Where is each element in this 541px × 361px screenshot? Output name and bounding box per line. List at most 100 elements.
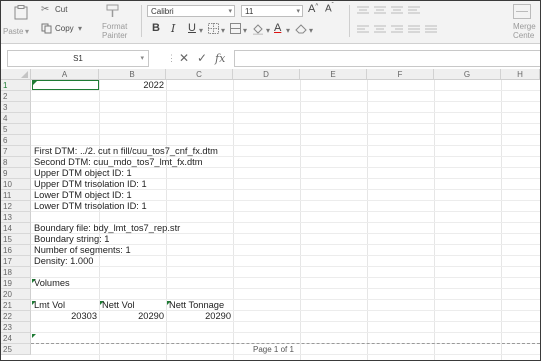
align-middle-icon[interactable] xyxy=(374,6,386,15)
cell-c21[interactable]: Nett Tonnage xyxy=(169,300,224,311)
grid-line xyxy=(31,332,540,333)
row-header[interactable]: 10 xyxy=(1,179,31,190)
align-left-icon[interactable] xyxy=(357,25,369,34)
chevron-down-icon[interactable]: ▾ xyxy=(243,26,247,35)
grid-line xyxy=(31,123,540,124)
cell-a11[interactable]: Lower DTM object ID: 1 xyxy=(34,190,132,201)
confirm-icon[interactable]: ✓ xyxy=(197,50,207,67)
fill-color-icon[interactable] xyxy=(252,23,264,35)
merge-center-button[interactable]: Merge Cente xyxy=(509,3,540,41)
increase-font-size-icon[interactable]: A^ xyxy=(308,3,318,15)
row-header[interactable]: 20 xyxy=(1,289,31,300)
font-name-select[interactable]: Calibri ▾ xyxy=(147,5,235,17)
decrease-font-size-icon[interactable]: Aˇ xyxy=(325,3,334,14)
active-cell[interactable] xyxy=(32,80,99,90)
row-header[interactable]: 24 xyxy=(1,333,31,344)
select-all-corner[interactable] xyxy=(1,69,31,80)
underline-button[interactable]: U xyxy=(188,22,196,34)
row-header[interactable]: 9 xyxy=(1,168,31,179)
row-header[interactable]: 2 xyxy=(1,91,31,102)
chevron-down-icon[interactable]: ▾ xyxy=(266,26,270,35)
cell-b21[interactable]: Nett Vol xyxy=(102,300,135,311)
merge-cells-icon[interactable] xyxy=(230,23,241,34)
grid-line xyxy=(31,354,540,355)
align-bottom-icon[interactable] xyxy=(391,6,403,15)
grid-line xyxy=(31,101,540,102)
cell-a14[interactable]: Boundary file: bdy_lmt_tos7_rep.str xyxy=(34,223,180,234)
row-header[interactable]: 16 xyxy=(1,245,31,256)
justify-icon[interactable] xyxy=(408,25,420,34)
row-header[interactable]: 13 xyxy=(1,212,31,223)
column-header-f[interactable]: F xyxy=(367,69,434,80)
column-header-g[interactable]: G xyxy=(434,69,501,80)
font-color-icon[interactable]: A xyxy=(274,22,281,34)
row-header[interactable]: 22 xyxy=(1,311,31,322)
cell-a8[interactable]: Second DTM: cuu_mdo_tos7_lmt_fx.dtm xyxy=(34,157,202,168)
row-header[interactable]: 1 xyxy=(1,80,31,91)
column-header-c[interactable]: C xyxy=(166,69,233,80)
formula-bar: S1 ▾ ⋮ ✕ ✓ fx xyxy=(1,50,540,68)
chevron-down-icon[interactable]: ▾ xyxy=(309,26,313,35)
row-header[interactable]: 23 xyxy=(1,322,31,333)
insert-function-icon[interactable]: fx xyxy=(215,50,225,67)
cell-a21[interactable]: Lmt Vol xyxy=(34,300,65,311)
italic-button[interactable]: I xyxy=(171,22,175,35)
row-header[interactable]: 8 xyxy=(1,157,31,168)
column-header-d[interactable]: D xyxy=(233,69,300,80)
column-header-b[interactable]: B xyxy=(99,69,166,80)
row-header[interactable]: 19 xyxy=(1,278,31,289)
cancel-icon[interactable]: ✕ xyxy=(179,50,189,67)
font-size-select[interactable]: 11 ▾ xyxy=(241,5,303,17)
row-header[interactable]: 11 xyxy=(1,190,31,201)
cell-a16[interactable]: Number of segments: 1 xyxy=(34,245,131,256)
grid-line xyxy=(501,80,502,360)
row-header[interactable]: 4 xyxy=(1,113,31,124)
chevron-down-icon[interactable]: ▾ xyxy=(199,26,203,35)
row-header[interactable]: 15 xyxy=(1,234,31,245)
chevron-down-icon: ▾ xyxy=(140,55,144,62)
column-header-a[interactable]: A xyxy=(31,69,99,80)
align-right-icon[interactable] xyxy=(391,25,403,34)
cell-a10[interactable]: Upper DTM trisolation ID: 1 xyxy=(34,179,147,190)
row-header[interactable]: 18 xyxy=(1,267,31,278)
cut-button[interactable]: ✂ Cut xyxy=(41,4,77,16)
paste-button[interactable]: Paste ▾ xyxy=(3,3,39,39)
align-top-icon[interactable] xyxy=(357,6,369,15)
format-painter-button[interactable]: Format Painter xyxy=(93,3,133,41)
bold-button[interactable]: B xyxy=(152,22,160,34)
column-header-h[interactable]: H xyxy=(501,69,540,80)
cell-b1[interactable]: 2022 xyxy=(99,80,164,91)
borders-icon[interactable] xyxy=(208,23,219,34)
select-all-icon xyxy=(21,71,28,78)
row-header[interactable]: 25 xyxy=(1,344,31,355)
wrap-text-icon[interactable] xyxy=(408,6,420,15)
chevron-down-icon[interactable]: ▾ xyxy=(221,26,225,35)
cell-a15[interactable]: Boundary string: 1 xyxy=(34,234,109,245)
row-header[interactable]: 21 xyxy=(1,300,31,311)
row-header[interactable]: 6 xyxy=(1,135,31,146)
chevron-down-icon[interactable]: ▾ xyxy=(286,26,290,35)
align-center-icon[interactable] xyxy=(374,25,386,34)
row-header[interactable]: 17 xyxy=(1,256,31,267)
cell-a7[interactable]: First DTM: ../2. cut n fill/cuu_tos7_cnf… xyxy=(34,146,218,157)
row-header[interactable]: 3 xyxy=(1,102,31,113)
column-header-e[interactable]: E xyxy=(300,69,367,80)
row-header[interactable]: 12 xyxy=(1,201,31,212)
formula-input[interactable] xyxy=(234,50,540,67)
distributed-icon[interactable] xyxy=(425,25,437,34)
more-options-icon[interactable]: ⋮ xyxy=(167,50,176,67)
row-header[interactable]: 7 xyxy=(1,146,31,157)
cell-a12[interactable]: Lower DTM trisolation ID: 1 xyxy=(34,201,147,212)
copy-button[interactable]: Copy ▾ xyxy=(41,23,85,35)
row-header[interactable]: 14 xyxy=(1,223,31,234)
cell-a9[interactable]: Upper DTM object ID: 1 xyxy=(34,168,132,179)
cell-a19[interactable]: Volumes xyxy=(34,278,70,289)
name-box[interactable]: S1 ▾ xyxy=(7,50,149,67)
eraser-icon[interactable] xyxy=(295,23,307,34)
cell-a22[interactable]: 20303 xyxy=(31,311,97,322)
worksheet-grid[interactable]: A B C D E F G H 1 2 3 4 5 6 7 8 9 10 11 … xyxy=(1,69,540,360)
cell-b22[interactable]: 20290 xyxy=(99,311,164,322)
row-header[interactable]: 5 xyxy=(1,124,31,135)
cell-c22[interactable]: 20290 xyxy=(166,311,231,322)
cell-a17[interactable]: Density: 1.000 xyxy=(34,256,93,267)
